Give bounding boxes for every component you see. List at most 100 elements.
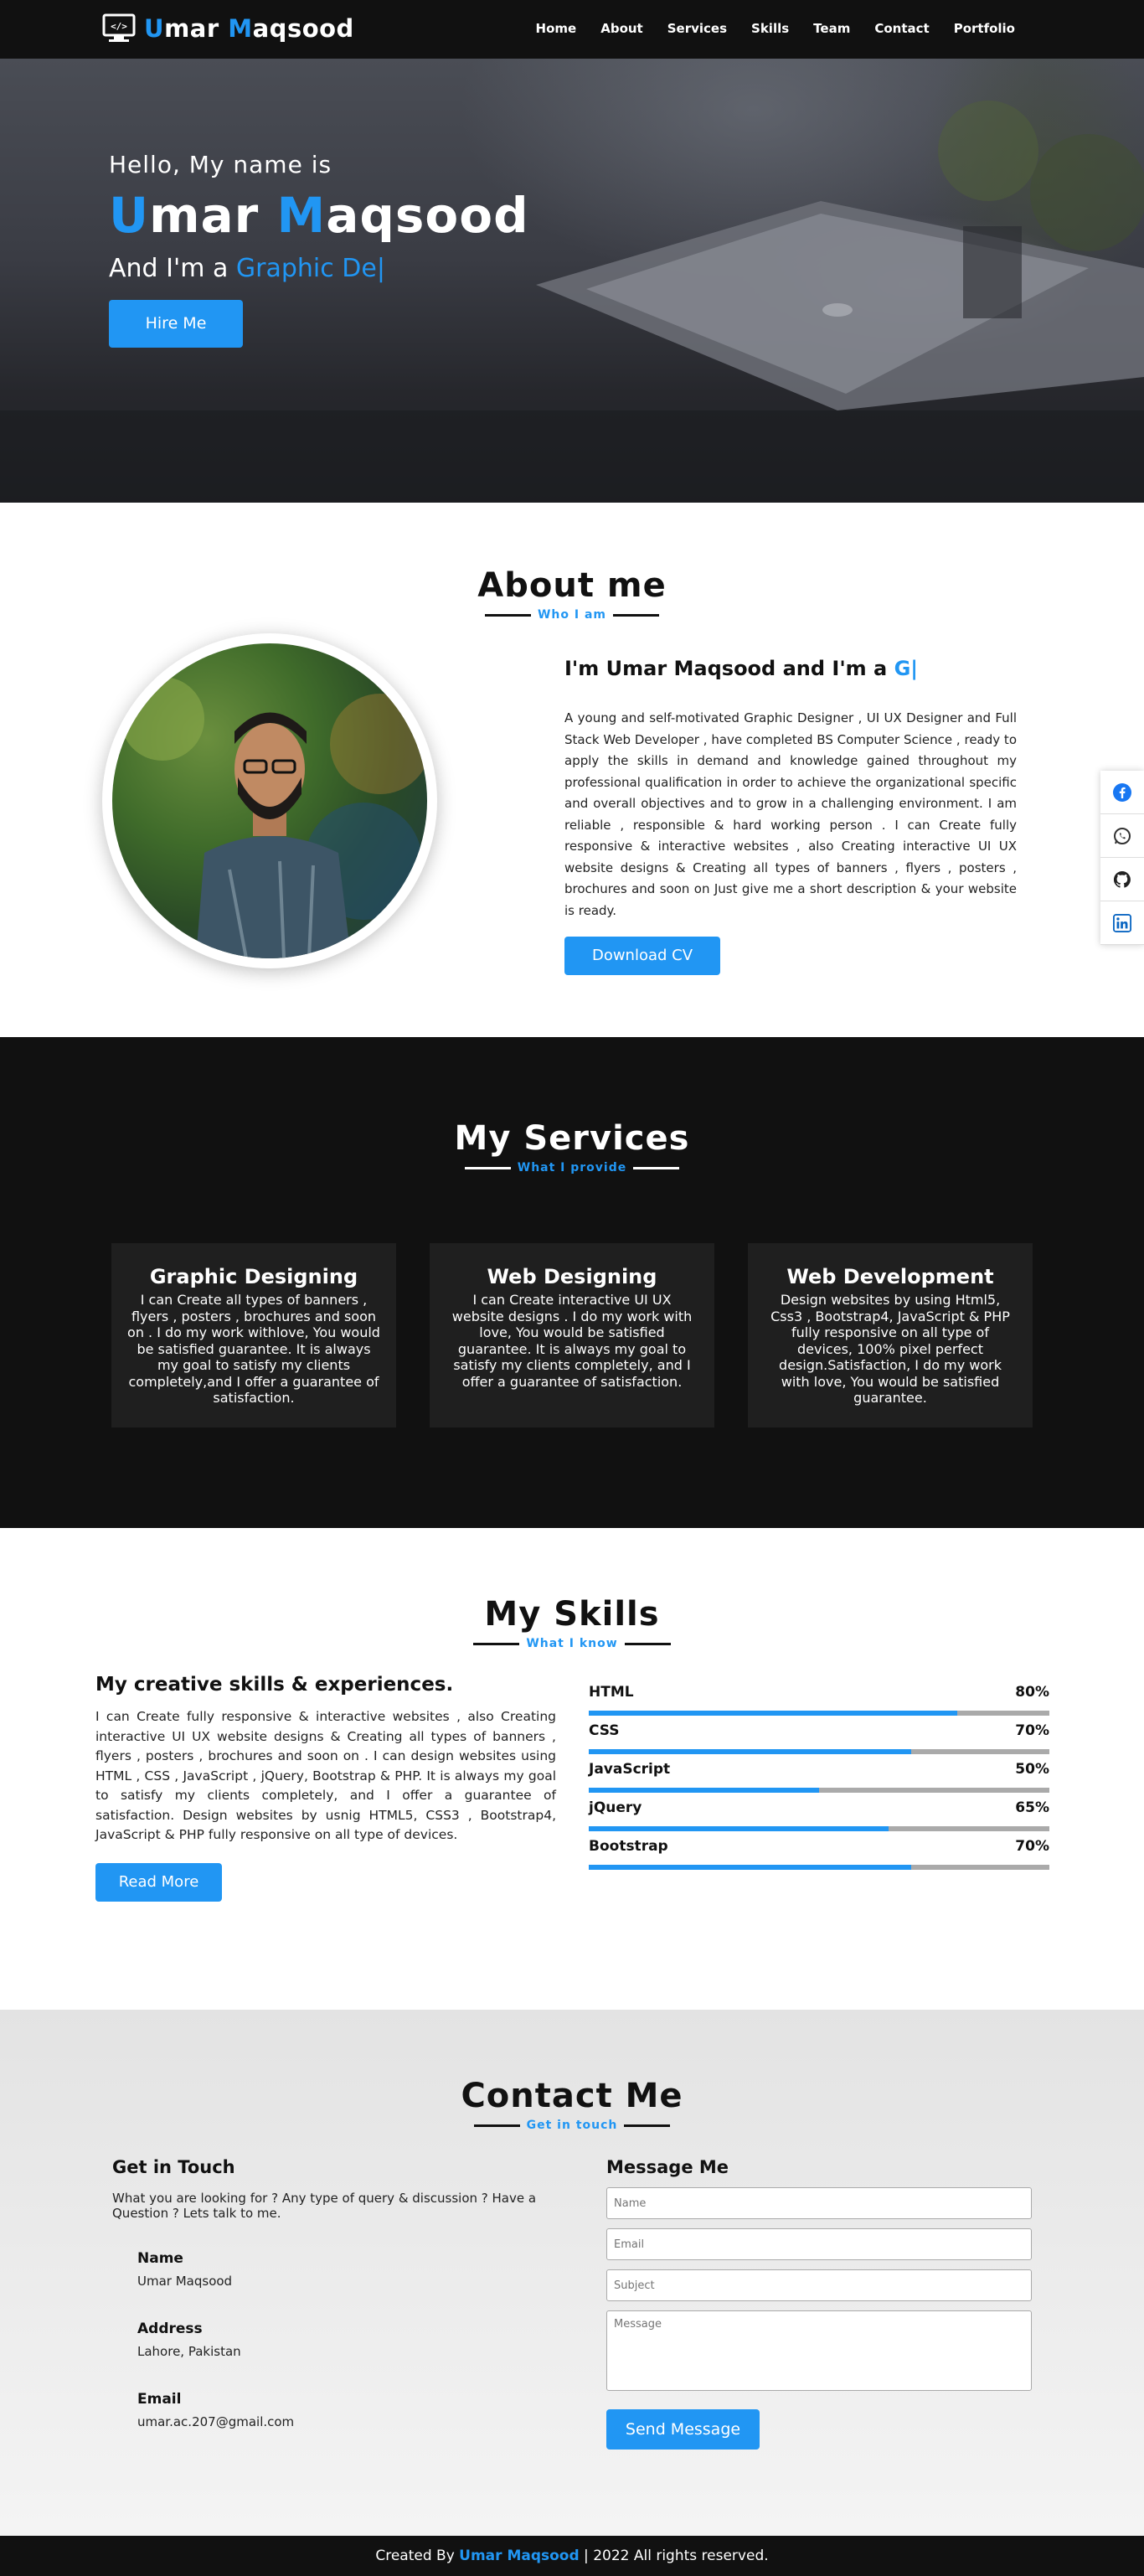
skill-item: Bootstrap 70%: [589, 1838, 1049, 1870]
hire-me-button[interactable]: Hire Me: [109, 300, 243, 348]
divider: [624, 2124, 671, 2127]
service-text: I can Create all types of banners , flye…: [127, 1292, 380, 1406]
section-heading: My Services: [454, 1119, 690, 1158]
skill-item: CSS 70%: [589, 1722, 1049, 1754]
nav-home[interactable]: Home: [536, 21, 577, 36]
info-value: umar.ac.207@gmail.com: [137, 2414, 295, 2429]
services-section: My Services What I provide Graphic Desig…: [0, 1037, 1144, 1528]
skill-percent: 80%: [1015, 1684, 1049, 1701]
skill-name: jQuery: [589, 1799, 642, 1816]
info-label: Email: [137, 2391, 182, 2408]
skills-description: I can Create fully responsive & interact…: [95, 1709, 556, 1842]
profile-photo-frame: [102, 633, 437, 968]
section-subtitle: Who I am: [537, 608, 607, 622]
get-in-touch-heading: Get in Touch: [112, 2157, 235, 2177]
nav-contact[interactable]: Contact: [874, 21, 929, 36]
divider: [473, 2124, 520, 2127]
skill-bar: [589, 1749, 1049, 1754]
nav-services[interactable]: Services: [667, 21, 727, 36]
section-subtitle: What I know: [526, 1637, 618, 1650]
service-text: I can Create interactive UI UX website d…: [451, 1292, 693, 1390]
name-field[interactable]: [606, 2187, 1032, 2219]
message-me-heading: Message Me: [606, 2157, 729, 2177]
info-label: Address: [137, 2320, 203, 2337]
divider: [633, 1166, 680, 1169]
nav-skills[interactable]: Skills: [751, 21, 789, 36]
send-message-button[interactable]: Send Message: [606, 2409, 760, 2450]
service-title: Graphic Designing: [149, 1265, 358, 1288]
service-title: Web Designing: [487, 1265, 657, 1288]
whatsapp-icon[interactable]: [1100, 814, 1144, 858]
section-heading: My Skills: [484, 1595, 660, 1634]
skill-item: jQuery 65%: [589, 1799, 1049, 1831]
hero-name: Umar Maqsood: [109, 187, 529, 244]
social-sidebar: [1100, 771, 1144, 945]
skill-bar: [589, 1788, 1049, 1793]
contact-info-email: Email umar.ac.207@gmail.com: [137, 2391, 294, 2429]
info-label: Name: [137, 2250, 183, 2267]
skill-fill: [589, 1749, 911, 1754]
skill-name: JavaScript: [589, 1761, 671, 1778]
skill-fill: [589, 1865, 911, 1870]
divider: [484, 613, 531, 617]
skill-bar: [589, 1865, 1049, 1870]
contact-info-name: Name Umar Maqsood: [137, 2250, 232, 2289]
skill-percent: 65%: [1015, 1799, 1049, 1816]
skill-percent: 70%: [1015, 1722, 1049, 1739]
service-title: Web Development: [786, 1265, 994, 1288]
github-icon[interactable]: [1100, 858, 1144, 901]
email-field[interactable]: [606, 2228, 1032, 2260]
contact-info-address: Address Lahore, Pakistan: [137, 2320, 241, 2359]
service-text: Design websites by using Html5, Css3 , B…: [770, 1292, 1010, 1406]
skill-fill: [589, 1711, 957, 1716]
about-heading: I'm Umar Maqsood and I'm a G|: [564, 657, 919, 680]
nav-portfolio[interactable]: Portfolio: [954, 21, 1015, 36]
nav-team[interactable]: Team: [813, 21, 850, 36]
hero-section: Hello, My name is Umar Maqsood And I'm a…: [0, 59, 1144, 503]
skill-fill: [589, 1826, 889, 1831]
skill-bar: [589, 1826, 1049, 1831]
about-title: About me Who I am: [0, 566, 1144, 622]
skill-name: HTML: [589, 1684, 634, 1701]
divider: [473, 1642, 520, 1645]
download-cv-button[interactable]: Download CV: [564, 937, 720, 975]
divider: [464, 1166, 511, 1169]
svg-text:</>: </>: [111, 21, 127, 32]
brand-name: Umar Maqsood: [144, 14, 354, 43]
hero-text: Hello, My name is Umar Maqsood And I'm a…: [109, 151, 529, 348]
contact-title: Contact Me Get in touch: [0, 2077, 1144, 2132]
skill-item: HTML 80%: [589, 1684, 1049, 1716]
nav-about[interactable]: About: [600, 21, 643, 36]
person-illustration: [121, 677, 427, 958]
footer: Created By Umar Maqsood | 2022 All right…: [0, 2536, 1144, 2576]
hero-role: And I'm a Graphic De|: [109, 254, 385, 283]
profile-photo: [112, 643, 427, 958]
linkedin-icon[interactable]: [1100, 901, 1144, 945]
contact-section: Contact Me Get in touch Get in Touch Wha…: [0, 2010, 1144, 2536]
contact-description: What you are looking for ? Any type of q…: [112, 2191, 537, 2221]
skill-percent: 70%: [1015, 1838, 1049, 1855]
section-heading: About me: [477, 566, 667, 605]
brand[interactable]: </> Umar Maqsood: [102, 13, 354, 44]
message-field[interactable]: [606, 2310, 1032, 2391]
skills-title: My Skills What I know: [0, 1595, 1144, 1650]
typed-text: Graphic De|: [235, 254, 385, 283]
service-card: Web Designing I can Create interactive U…: [430, 1243, 714, 1427]
footer-author-link[interactable]: Umar Maqsood: [459, 2548, 580, 2564]
skill-fill: [589, 1788, 819, 1793]
typed-text: G|: [894, 657, 919, 680]
read-more-button[interactable]: Read More: [95, 1863, 222, 1902]
divider: [613, 613, 660, 617]
subject-field[interactable]: [606, 2269, 1032, 2301]
footer-prefix: Created By: [375, 2548, 460, 2564]
skill-percent: 50%: [1015, 1761, 1049, 1778]
monitor-code-icon: </>: [102, 13, 136, 42]
about-description: A young and self-motivated Graphic Desig…: [564, 710, 1017, 918]
skill-name: CSS: [589, 1722, 620, 1739]
facebook-icon[interactable]: [1100, 771, 1144, 814]
section-heading: Contact Me: [461, 2077, 683, 2115]
section-subtitle: Get in touch: [526, 2119, 618, 2132]
navbar: </> Umar Maqsood Home About Services Ski…: [0, 0, 1144, 59]
skills-section: My Skills What I know My creative skills…: [0, 1528, 1144, 2010]
info-value: Lahore, Pakistan: [137, 2344, 241, 2359]
